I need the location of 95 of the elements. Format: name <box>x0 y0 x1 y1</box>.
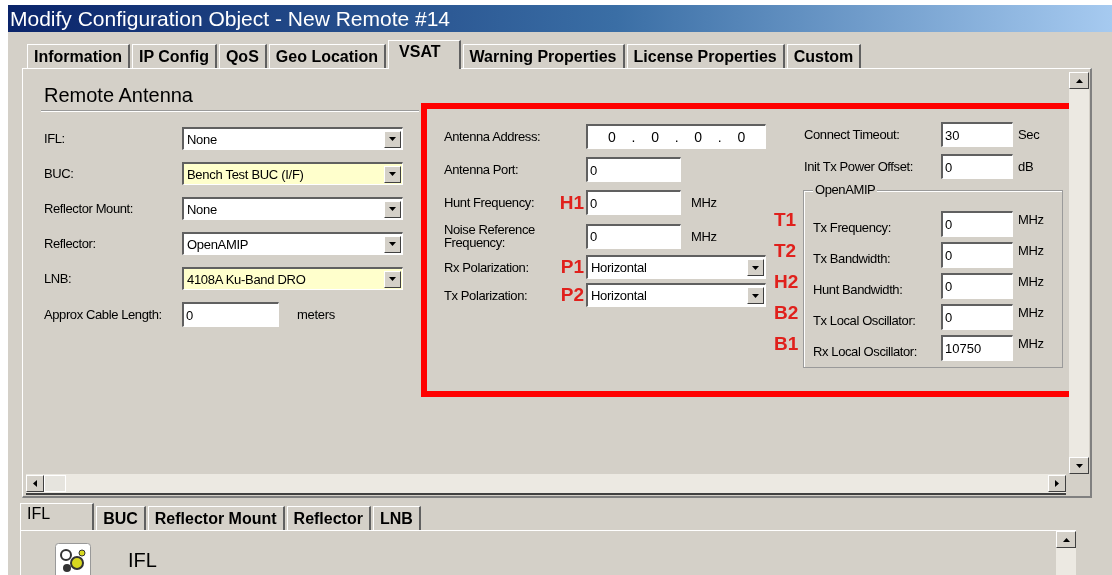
tab[interactable]: QoS <box>218 44 267 68</box>
field-label: Tx Local Oscillator: <box>813 312 917 328</box>
ip-address-field[interactable]: 0 . 0 . 0 . 0 <box>586 124 766 149</box>
tab[interactable]: Geo Location <box>268 44 387 68</box>
unit-label: Sec <box>1017 127 1041 142</box>
unit-label: MHz <box>691 228 717 244</box>
text-field[interactable]: 0 <box>586 190 681 215</box>
caret-icon <box>389 172 396 176</box>
tab[interactable]: BUC <box>96 506 146 530</box>
annotation-marker: T2 <box>774 240 797 261</box>
caret-icon <box>389 242 396 246</box>
scroll-up-button[interactable] <box>1056 531 1076 548</box>
annotation-marker: H2 <box>774 271 799 292</box>
caret-icon <box>752 265 759 270</box>
annotation-marker: B2 <box>774 302 799 323</box>
section-title: Remote Antenna <box>41 72 419 111</box>
tab[interactable]: LNB <box>372 506 421 530</box>
window-title: Modify Configuration Object - New Remote #14 <box>8 5 1112 32</box>
scroll-left-button[interactable] <box>26 475 44 492</box>
caret-icon <box>389 277 396 281</box>
tab[interactable]: IFL <box>20 503 95 530</box>
text-field[interactable]: 0 <box>182 302 279 327</box>
vertical-scrollbar[interactable] <box>1056 531 1076 575</box>
dropdown[interactable]: Horizontal <box>586 283 766 307</box>
annotation-marker: P1 <box>560 256 584 277</box>
field-label: Hunt Bandwidth: <box>813 281 904 297</box>
field-label: BUC: <box>44 166 75 181</box>
field-label: Antenna Address: <box>444 128 542 146</box>
component-icon <box>55 543 91 575</box>
text-field[interactable]: 0 <box>941 272 1013 299</box>
text-field[interactable]: 0 <box>941 241 1013 268</box>
horizontal-scrollbar[interactable] <box>26 474 1066 495</box>
dropdown[interactable]: 4108A Ku-Band DRO <box>182 267 403 290</box>
dropdown[interactable]: Bench Test BUC (I/F) <box>182 162 403 185</box>
field-label: Noise Reference Frequency: <box>444 221 536 252</box>
unit-label: MHz <box>1017 335 1045 351</box>
unit-label: MHz <box>1017 273 1045 289</box>
group-title: OpenAMIP <box>813 182 878 197</box>
up-arrow-icon <box>1075 78 1083 83</box>
field-label: Connect Timeout: <box>804 127 901 142</box>
tab[interactable]: Custom <box>786 44 862 68</box>
field-label: LNB: <box>44 271 73 286</box>
field-label: IFL: <box>44 131 66 146</box>
field-label: Reflector Mount: <box>44 201 134 216</box>
unit-label: dB <box>1017 159 1035 174</box>
text-field[interactable]: 30 <box>941 122 1013 147</box>
text-field[interactable]: 0 <box>586 157 681 182</box>
unit-label: MHz <box>1017 304 1045 320</box>
right-arrow-icon <box>1055 480 1059 487</box>
annotation-marker: B1 <box>774 333 799 354</box>
field-label: Tx Polarization: <box>444 286 529 305</box>
unit-label: meters <box>297 307 335 322</box>
tab[interactable]: Warning Properties <box>462 44 625 68</box>
dropdown[interactable]: None <box>182 127 403 150</box>
annotation-marker: H1 <box>559 191 584 213</box>
dropdown[interactable]: None <box>182 197 403 220</box>
caret-icon <box>389 137 396 141</box>
field-label: Antenna Port: <box>444 161 520 179</box>
dropdown[interactable]: OpenAMIP <box>182 232 403 255</box>
detail-title: IFL <box>128 548 157 572</box>
field-label: Reflector: <box>44 236 97 251</box>
scroll-thumb[interactable] <box>44 475 66 492</box>
caret-icon <box>389 207 396 211</box>
text-field[interactable]: 10750 <box>941 334 1013 361</box>
tab[interactable]: IP Config <box>132 44 217 68</box>
field-label: Rx Polarization: <box>444 258 530 277</box>
field-label: Rx Local Oscillator: <box>813 343 918 359</box>
text-field[interactable]: 0 <box>941 210 1013 237</box>
down-arrow-icon <box>1075 463 1083 468</box>
annotation-marker: P2 <box>560 284 584 305</box>
scroll-right-button[interactable] <box>1048 475 1066 492</box>
text-field[interactable]: 0 <box>941 154 1013 179</box>
dropdown[interactable]: Horizontal <box>586 255 766 279</box>
up-arrow-icon <box>1062 537 1070 542</box>
field-label: Tx Bandwidth: <box>813 250 892 266</box>
annotation-marker: T1 <box>774 209 797 230</box>
unit-label: MHz <box>691 195 717 210</box>
field-label: Tx Frequency: <box>813 219 892 235</box>
field-label: Hunt Frequency: <box>444 194 536 212</box>
tab[interactable]: License Properties <box>626 44 785 68</box>
tab[interactable]: Reflector <box>286 506 371 530</box>
left-arrow-icon <box>33 480 37 487</box>
caret-icon <box>752 293 759 298</box>
text-field[interactable]: 0 <box>941 303 1013 330</box>
unit-label: MHz <box>1017 211 1045 227</box>
text-field[interactable]: 0 <box>586 223 681 249</box>
tab[interactable]: VSAT <box>388 40 461 69</box>
unit-label: MHz <box>1017 242 1045 258</box>
field-label: Init Tx Power Offset: <box>804 159 914 174</box>
tab[interactable]: Information <box>27 44 130 68</box>
tab[interactable]: Reflector Mount <box>147 506 285 530</box>
scroll-up-button[interactable] <box>1069 72 1089 89</box>
scroll-down-button[interactable] <box>1069 457 1089 474</box>
vertical-scrollbar[interactable] <box>1069 72 1089 474</box>
field-label: Approx Cable Length: <box>44 307 163 322</box>
